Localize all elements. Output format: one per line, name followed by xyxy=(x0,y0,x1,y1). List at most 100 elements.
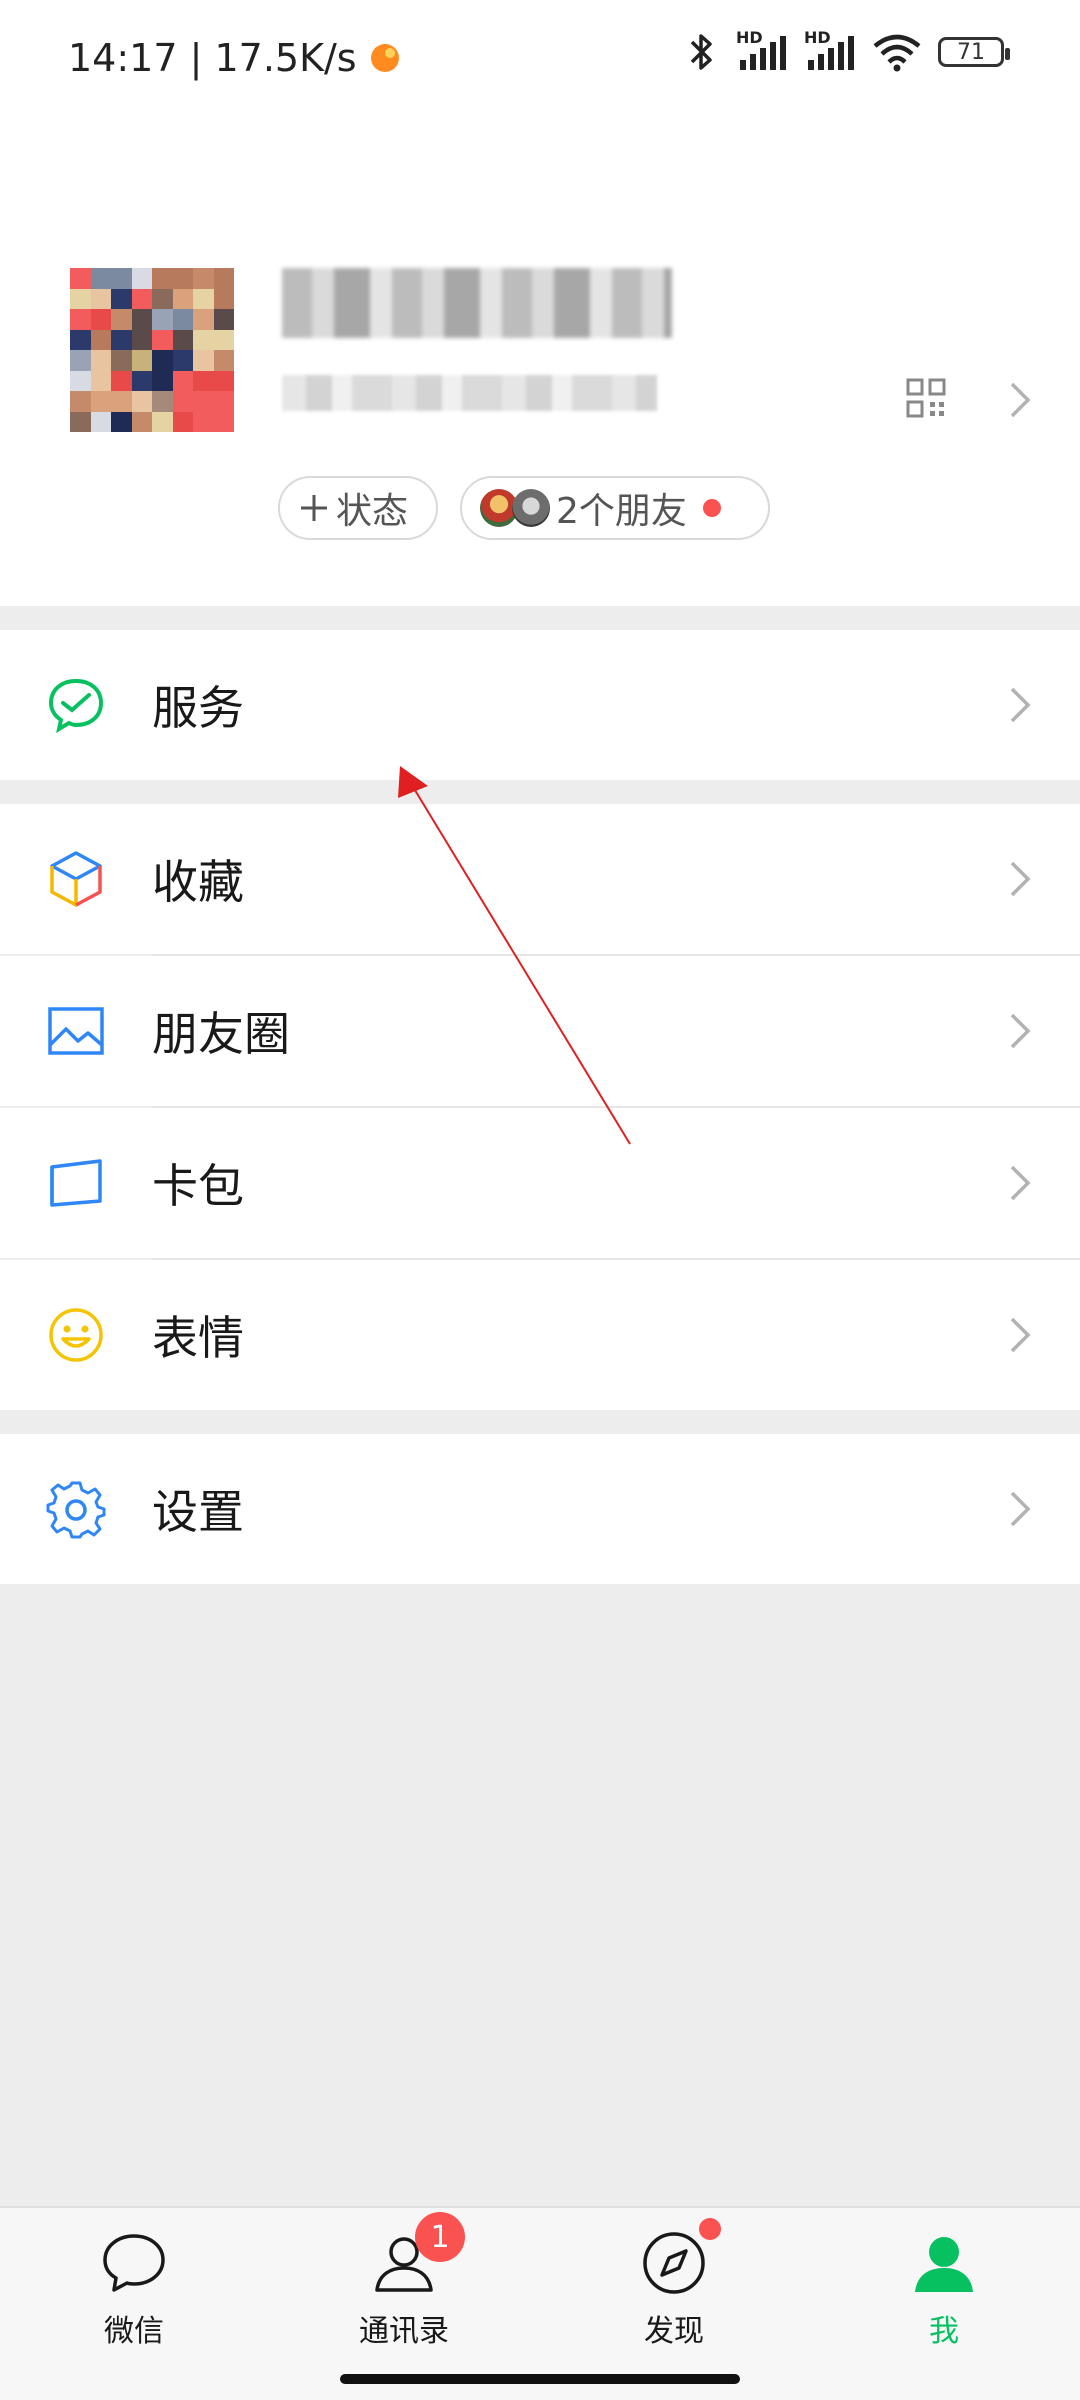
avatar-pixel xyxy=(111,329,132,350)
menu-label-settings: 设置 xyxy=(152,1485,244,1539)
tab-me[interactable]: 我 xyxy=(854,2228,1034,2358)
tab-chats[interactable]: 微信 xyxy=(44,2228,224,2358)
avatar-pixel xyxy=(131,309,152,330)
avatar-pixel xyxy=(172,268,193,289)
avatar-pixel xyxy=(213,309,234,330)
avatar-pixel xyxy=(90,329,111,350)
avatar-pixel xyxy=(70,268,91,289)
notification-app-icon xyxy=(370,44,399,72)
menu-label-card-wallet: 卡包 xyxy=(152,1159,244,1213)
avatar-pixel xyxy=(111,309,132,330)
avatar-pixel xyxy=(193,268,214,289)
menu-item-settings[interactable]: 设置 xyxy=(0,1434,1080,1584)
avatar-pixel xyxy=(172,411,193,432)
avatar-pixel xyxy=(152,411,173,432)
new-dot-badge xyxy=(702,499,721,517)
avatar-pixel xyxy=(152,288,173,309)
avatar-pixel xyxy=(213,329,234,350)
avatar-pixel xyxy=(131,288,152,309)
avatar-pixel xyxy=(172,350,193,371)
avatar-pixel xyxy=(131,350,152,371)
moments-picture-icon xyxy=(48,1007,104,1055)
smiley-icon xyxy=(49,1308,103,1362)
avatar-pixel xyxy=(111,288,132,309)
signal-strength-icon xyxy=(740,36,786,70)
discover-icon-wrap xyxy=(639,2218,721,2298)
avatar-pixel xyxy=(172,288,193,309)
avatar-pixel xyxy=(213,411,234,432)
avatar-pixel xyxy=(152,350,173,371)
card-wallet-icon xyxy=(50,1159,102,1207)
avatar-pixel xyxy=(193,370,214,391)
menu-item-favorites[interactable]: 收藏 xyxy=(0,804,1080,954)
battery-level: 71 xyxy=(957,39,985,65)
chevron-right-icon xyxy=(1010,1165,1031,1201)
avatar-pixel xyxy=(131,370,152,391)
avatar-pixel xyxy=(90,391,111,412)
qr-code-icon[interactable] xyxy=(906,378,946,418)
avatar-pixel xyxy=(213,288,234,309)
bottom-tab-bar: 微信 1 通讯录 发现 我 xyxy=(0,2206,1080,2400)
avatar-pixel xyxy=(111,391,132,412)
tab-label-contacts: 通讯录 xyxy=(359,2314,449,2349)
menu-item-stickers[interactable]: 表情 xyxy=(0,1260,1080,1410)
avatar-pixel xyxy=(193,288,214,309)
battery-icon: 71 xyxy=(938,37,1010,67)
chevron-right-icon xyxy=(1010,1317,1031,1353)
signal-2: HD xyxy=(804,28,856,72)
compass-icon xyxy=(643,2232,705,2294)
avatar-pixel xyxy=(111,350,132,371)
chevron-right-icon xyxy=(1010,861,1031,897)
add-status-button[interactable]: 状态 xyxy=(278,476,438,540)
avatar-pixel xyxy=(70,411,91,432)
home-indicator[interactable] xyxy=(340,2374,740,2384)
avatar-pixel xyxy=(90,370,111,391)
avatar-pixel xyxy=(90,411,111,432)
avatar-pixel xyxy=(152,329,173,350)
friends-status-button[interactable]: 2个朋友 xyxy=(460,476,770,540)
avatar-pixel xyxy=(70,329,91,350)
avatar-pixel xyxy=(193,391,214,412)
avatar[interactable] xyxy=(70,268,234,432)
contacts-icon-wrap: 1 xyxy=(369,2212,465,2298)
avatar-pixel xyxy=(193,411,214,432)
chat-bubble-icon xyxy=(103,2234,165,2292)
wechat-id-blurred xyxy=(282,375,657,411)
avatar-pixel xyxy=(90,350,111,371)
avatar-pixel xyxy=(131,411,152,432)
discover-dot-badge xyxy=(699,2218,721,2240)
avatar-pixel xyxy=(70,370,91,391)
menu-item-card-wallet[interactable]: 卡包 xyxy=(0,1108,1080,1258)
menu-item-moments[interactable]: 朋友圈 xyxy=(0,956,1080,1106)
avatar-pixel xyxy=(111,411,132,432)
menu-label-favorites: 收藏 xyxy=(152,855,244,909)
services-icon xyxy=(48,678,104,734)
avatar-pixel xyxy=(131,268,152,289)
plus-icon xyxy=(301,495,327,521)
chevron-right-icon xyxy=(1010,1491,1031,1527)
signal-strength-icon xyxy=(808,36,854,70)
avatar-pixel xyxy=(172,329,193,350)
status-bar-left: 14:17 | 17.5K/s xyxy=(68,36,399,80)
avatar-pixel xyxy=(213,268,234,289)
avatar-pixel xyxy=(213,370,234,391)
profile-header[interactable]: 状态 2个朋友 xyxy=(0,120,1080,606)
time-and-speed: 14:17 | 17.5K/s xyxy=(68,36,357,80)
chevron-right-icon xyxy=(1010,687,1031,723)
wifi-icon xyxy=(873,34,921,72)
avatar-pixel xyxy=(213,350,234,371)
signal-1: HD xyxy=(736,28,788,72)
menu-item-services[interactable]: 服务 xyxy=(0,630,1080,780)
avatar-pixel xyxy=(111,268,132,289)
status-bar-right: HD HD 71 xyxy=(684,28,1010,72)
tab-discover[interactable]: 发现 xyxy=(584,2218,764,2358)
status-bar: 14:17 | 17.5K/s HD HD 71 xyxy=(0,0,1080,120)
avatar-pixel xyxy=(70,309,91,330)
tab-contacts[interactable]: 1 通讯录 xyxy=(314,2212,494,2358)
menu-label-moments: 朋友圈 xyxy=(152,1007,290,1061)
avatar-pixel xyxy=(90,268,111,289)
avatar-pixel xyxy=(213,391,234,412)
bluetooth-icon xyxy=(690,34,712,70)
tab-label-me: 我 xyxy=(929,2314,959,2349)
avatar-pixel xyxy=(152,370,173,391)
